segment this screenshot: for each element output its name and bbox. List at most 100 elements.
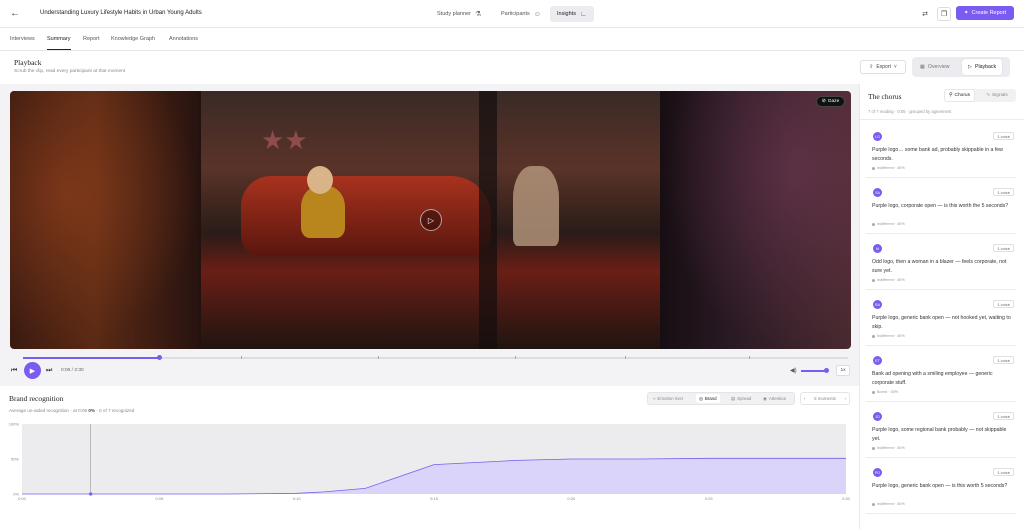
subtitle-post: · 0 of 7 recognized	[96, 408, 135, 413]
page-title: Understanding Luxury Lifestyle Habits in…	[40, 10, 202, 16]
skip-forward-icon[interactable]: ⏭	[46, 367, 52, 375]
emotion-label: Indifferent · 40%	[877, 334, 905, 338]
emotion-meta: Bored · 35%	[872, 390, 898, 394]
playback-toggle[interactable]: ▷ Playback	[962, 59, 1003, 75]
tab-knowledge-graph[interactable]: Knowledge Graph	[111, 36, 155, 42]
chorus-card[interactable]: LG 1 voice Purple logo… some bank ad, prob…	[866, 126, 1016, 178]
moment-marker[interactable]	[749, 356, 750, 359]
chevron-right-icon[interactable]: ›	[845, 396, 846, 401]
x-tick-label: 0:15	[430, 496, 439, 501]
tab-summary[interactable]: Summary	[47, 36, 71, 50]
x-tick-label: 0:10	[293, 496, 302, 501]
video-glow-left	[10, 91, 200, 349]
tab-annotations[interactable]: Annotations	[169, 36, 198, 42]
bumper-car	[241, 176, 491, 256]
nav-label: Insights	[557, 11, 576, 17]
chorus-card[interactable]: ET 1 voice Bank ad opening with a smiling …	[866, 350, 1016, 402]
chorus-card[interactable]: PO 1 voice Purple logo, generic bank open …	[866, 462, 1016, 514]
avatar: ET	[873, 356, 882, 365]
play-circle-icon: ▷	[968, 64, 972, 70]
voice-count-badge: 1 voice	[993, 188, 1014, 196]
playhead-point	[89, 492, 93, 496]
search-icon: ⚲	[949, 93, 953, 98]
avatar: PO	[873, 468, 882, 477]
create-report-button[interactable]: ✦ Create Report	[956, 6, 1014, 20]
tab-report[interactable]: Report	[83, 36, 100, 42]
moments-navigator: ‹ 5 moments ›	[800, 392, 850, 405]
y-tick-label: 100%	[9, 422, 20, 427]
grid-icon: ▦	[920, 64, 925, 70]
emotion-meta: Indifferent · 40%	[872, 278, 905, 282]
chorus-card[interactable]: SA 1 voice Purple logo, corporate open — i…	[866, 182, 1016, 234]
emotion-meta: Indifferent · 50%	[872, 446, 905, 450]
volume-slider[interactable]	[801, 370, 827, 372]
scrubber-handle[interactable]	[156, 355, 162, 360]
tab-brand[interactable]: ◎ Brand	[696, 394, 720, 403]
participant-quote: Purple logo, generic bank open — not hoo…	[872, 315, 1011, 330]
nav-participants[interactable]: Participants ☺	[494, 6, 548, 22]
voice-count-badge: 1 voice	[993, 244, 1014, 252]
volume-icon[interactable]: ◀)	[790, 367, 797, 374]
top-bar: ← Understanding Luxury Lifestyle Habits …	[0, 0, 1024, 28]
participant-quote: Purple logo… some bank ad, probably skip…	[872, 147, 1003, 162]
target-icon: ◎	[699, 395, 703, 401]
pillar	[479, 91, 497, 349]
tab-label: Emotion river	[657, 396, 684, 401]
share-icon[interactable]: ⇄	[918, 7, 932, 21]
copy-icon[interactable]: ❐	[937, 7, 951, 21]
avatar: JO	[873, 412, 882, 421]
skip-back-icon[interactable]: ⏮	[11, 367, 17, 375]
moment-marker[interactable]	[515, 356, 516, 359]
metric-tabs: ≈ Emotion river ◎ Brand ▤ Spread ◉ Atten…	[647, 392, 795, 405]
emotion-dot	[872, 502, 875, 506]
tab-attention[interactable]: ◉ Attention	[760, 394, 789, 403]
child-head	[307, 166, 333, 194]
brand-recognition-chart: 100%50%0%0:00 0:05 0:10 0:15 0:20 0:25 0:30	[9, 422, 851, 502]
volume-handle[interactable]	[824, 368, 829, 373]
play-button[interactable]: ▶	[24, 362, 41, 379]
play-icon[interactable]: ▷	[420, 209, 442, 231]
nav-study-planner[interactable]: Study planner ⚗	[430, 6, 488, 22]
back-arrow-icon[interactable]: ←	[9, 8, 21, 20]
overview-toggle[interactable]: ▦ Overview	[914, 59, 956, 75]
avatar: LG	[873, 132, 882, 141]
divider	[860, 119, 1024, 120]
avatar: SA	[873, 188, 882, 197]
voice-count-badge: 1 voice	[993, 356, 1014, 364]
moment-marker[interactable]	[378, 356, 379, 359]
x-tick-label: 0:05	[155, 496, 164, 501]
sparkle-icon: ✦	[963, 10, 969, 16]
gaze-button[interactable]: ⊘ Gaze	[816, 96, 845, 107]
chorus-card[interactable]: JO 1 voice Purple logo, some regional bank…	[866, 406, 1016, 458]
chorus-card[interactable]: RA 1 voice Purple logo, generic bank open …	[866, 294, 1016, 346]
export-button[interactable]: ⇧ Export ˅	[860, 60, 906, 74]
signals-tab-label: Signals	[992, 93, 1008, 98]
tab-spread[interactable]: ▤ Spread	[728, 394, 754, 403]
flask-icon: ⚗	[474, 11, 482, 18]
nav-label: Study planner	[437, 11, 471, 17]
chorus-subtitle: 7 of 7 reading · 0:05 · grouped by agree…	[868, 109, 952, 114]
tab-interviews[interactable]: Interviews	[10, 36, 35, 42]
chorus-tab[interactable]: ⚲ Chorus	[945, 90, 974, 101]
x-tick-label: 0:00	[18, 496, 27, 501]
chevron-left-icon[interactable]: ‹	[804, 396, 805, 401]
emotion-label: Indifferent · 40%	[877, 222, 905, 226]
signals-tab[interactable]: ∿ Signals	[982, 90, 1012, 101]
voice-count-badge: 1 voice	[993, 468, 1014, 476]
chorus-card[interactable]: M 1 voice Odd logo, then a woman in a blaz…	[866, 238, 1016, 290]
overview-label: Overview	[927, 64, 950, 70]
subtitle-pre: Average un-aided recognition · at 0:05	[9, 408, 88, 413]
moment-marker[interactable]	[241, 356, 242, 359]
participant-quote: Purple logo, some regional bank probably…	[872, 427, 1007, 442]
emotion-label: Indifferent · 50%	[877, 446, 905, 450]
avatar: M	[873, 244, 882, 253]
scrubber-progress	[23, 357, 160, 359]
tab-emotion-river[interactable]: ≈ Emotion river	[650, 394, 686, 403]
brand-recognition-title: Brand recognition	[9, 394, 64, 403]
playback-title: Playback	[14, 58, 42, 67]
nav-insights[interactable]: Insights ∟	[550, 6, 594, 22]
chorus-tab-label: Chorus	[954, 93, 970, 98]
moment-marker[interactable]	[625, 356, 626, 359]
speed-select[interactable]: 1x	[836, 365, 850, 376]
woman-figure	[513, 166, 559, 246]
